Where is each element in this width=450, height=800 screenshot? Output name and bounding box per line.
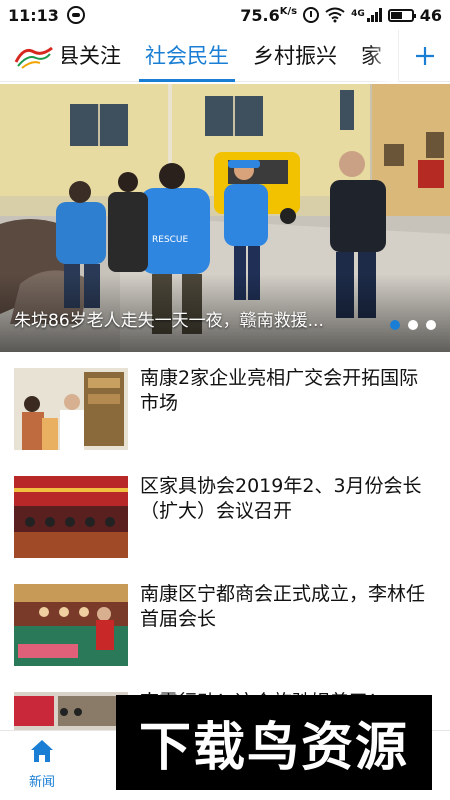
- news-item[interactable]: 南康区宁都商会正式成立，李林任首届会长: [0, 568, 450, 676]
- category-tabs-track: 县关注 社会民生 乡村振兴 家: [62, 30, 394, 82]
- news-thumbnail: [14, 368, 128, 450]
- network-speed-unit: K/s: [279, 5, 298, 17]
- plus-icon: [415, 47, 434, 65]
- news-item[interactable]: 区家具协会2019年2、3月份会长（扩大）会议召开: [0, 460, 450, 568]
- category-nav: 县关注 社会民生 乡村振兴 家: [0, 30, 450, 82]
- category-tabs: 县关注 社会民生 乡村振兴 家: [62, 30, 398, 82]
- status-time: 11:13: [8, 5, 59, 25]
- news-title: 南康区宁都商会正式成立，李林任首届会长: [140, 583, 426, 630]
- signal-icon: [366, 8, 382, 22]
- hero-caption[interactable]: 朱坊86岁老人走失一天一夜，赣南救援...: [14, 306, 324, 331]
- news-title: 南康2家企业亮相广交会开拓国际市场: [140, 367, 419, 414]
- nav-news-button[interactable]: 新闻: [14, 737, 70, 793]
- status-left: 11:13: [8, 6, 85, 25]
- carousel-dot[interactable]: [426, 320, 436, 330]
- network-speed: 75.6K/s: [240, 6, 297, 25]
- watermark-banner: 下载鸟资源: [116, 695, 432, 790]
- tab-social-livelihood[interactable]: 社会民生: [133, 30, 241, 82]
- notification-icon: [66, 6, 85, 24]
- network-type: 4G: [351, 8, 365, 19]
- home-icon: [31, 740, 53, 762]
- news-item[interactable]: 南康2家企业亮相广交会开拓国际市场: [0, 352, 450, 460]
- status-right: 75.6K/s 4G 46: [240, 6, 442, 25]
- carousel-dot[interactable]: [390, 320, 400, 330]
- tabs-fade: [368, 30, 398, 82]
- nav-news-label: 新闻: [28, 775, 55, 790]
- svg-text:RESCUE: RESCUE: [152, 235, 189, 245]
- news-title: 区家具协会2019年2、3月份会长（扩大）会议召开: [140, 475, 422, 522]
- carousel-dots: [390, 320, 436, 330]
- battery-icon: [387, 8, 416, 22]
- news-thumbnail: [14, 476, 128, 558]
- tab-rural-revitalization[interactable]: 乡村振兴: [241, 30, 349, 82]
- battery-level: 46: [419, 5, 442, 25]
- tab-county-focus[interactable]: 县关注: [62, 30, 133, 82]
- alarm-clock-icon: [303, 7, 320, 23]
- network-speed-value: 75.6: [240, 5, 280, 25]
- carousel-dot[interactable]: [408, 320, 418, 330]
- wifi-icon: [325, 7, 345, 23]
- add-category-button[interactable]: [398, 30, 450, 82]
- app-logo: [14, 46, 53, 69]
- status-bar: 11:13 75.6K/s 4G 46: [0, 0, 450, 30]
- news-thumbnail: [14, 584, 128, 666]
- watermark-text: 下载鸟资源: [138, 718, 409, 778]
